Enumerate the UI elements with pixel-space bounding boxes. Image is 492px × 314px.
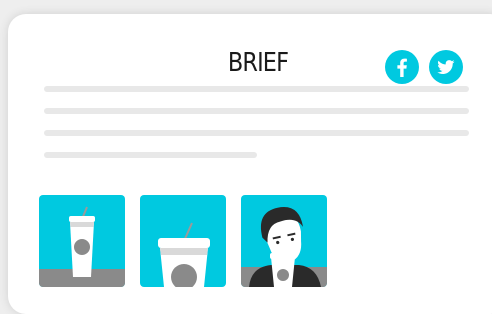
thumbnail-cup-1[interactable] [39, 195, 125, 287]
facebook-icon [397, 58, 407, 77]
text-placeholder-line [44, 152, 257, 158]
text-placeholder-line [44, 86, 469, 92]
person-with-cup-icon [241, 207, 327, 287]
text-placeholder-line [44, 130, 469, 136]
facebook-share-button[interactable] [385, 50, 419, 84]
text-placeholder-line [44, 108, 469, 114]
twitter-share-button[interactable] [429, 50, 463, 84]
twitter-icon [437, 60, 455, 74]
thumbnail-person-with-cup[interactable] [241, 195, 327, 287]
thumbnail-cup-2[interactable] [140, 195, 226, 287]
cup-icon [158, 222, 210, 287]
cup-icon [39, 206, 125, 287]
